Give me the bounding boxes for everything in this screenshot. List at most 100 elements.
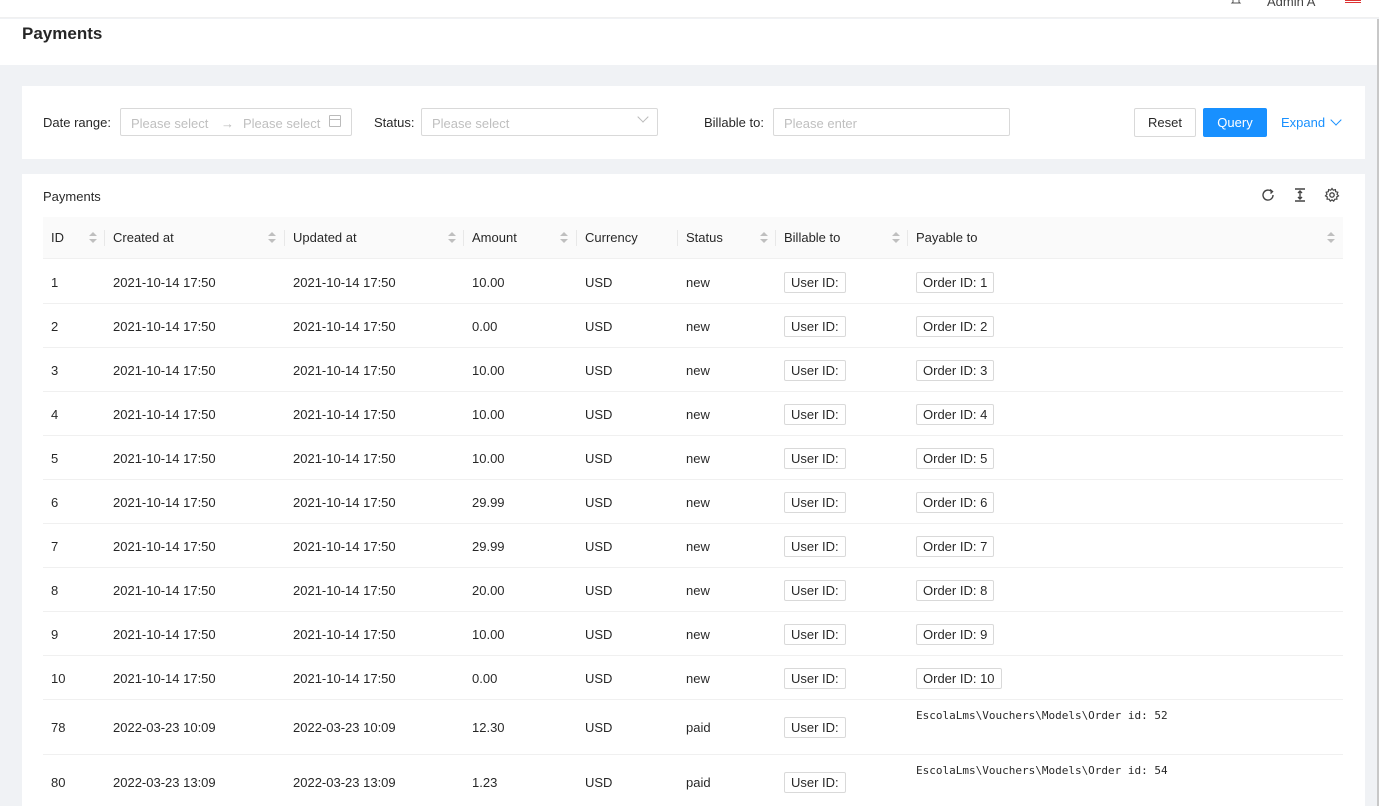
status-placeholder: Please select [432,116,510,131]
cell-status: new [686,495,710,510]
cell-amount: 1.23 [472,775,498,790]
cell-currency: USD [585,583,613,598]
status-label: Status: [374,115,415,130]
table-row: 80 2022-03-23 13:09 2022-03-23 13:09 1.23 US… [43,755,1343,806]
cell-status: new [686,275,710,290]
cell-updated-at: 2021-10-14 17:50 [293,363,396,378]
page-header: Payments [0,19,1379,65]
cell-updated-at: 2022-03-23 10:09 [293,720,396,735]
cell-amount: 20.00 [472,583,505,598]
cell-currency: USD [585,319,613,334]
table-header: ID Created at Updated at Amount Currency… [43,217,1343,259]
table-row: 6 2021-10-14 17:50 2021-10-14 17:50 29.99 US… [43,480,1343,524]
cell-id: 8 [51,583,59,598]
cell-id: 7 [51,539,59,554]
cell-created-at: 2021-10-14 17:50 [113,583,216,598]
billable-tag: User ID: [784,668,846,689]
cell-id: 1 [51,275,59,290]
payable-tag: Order ID: 4 [916,404,995,425]
column-header-billable[interactable]: Billable to [776,217,840,259]
cell-created-at: 2021-10-14 17:50 [113,495,216,510]
column-header-status[interactable]: Status [678,217,723,259]
cell-status: new [686,627,710,642]
payable-tag: Order ID: 8 [916,580,995,601]
cell-status: new [686,319,710,334]
cell-id: 9 [51,627,59,642]
billable-tag: User ID: [784,717,846,738]
density-icon[interactable] [1292,187,1308,203]
column-header-created[interactable]: Created at [105,217,174,259]
status-select[interactable]: Please select [421,108,658,136]
column-header-amount[interactable]: Amount [464,217,517,259]
cell-currency: USD [585,627,613,642]
cell-currency: USD [585,275,613,290]
cell-amount: 0.00 [472,319,498,334]
table-row: 9 2021-10-14 17:50 2021-10-14 17:50 10.00 US… [43,612,1343,656]
cell-currency: USD [585,775,613,790]
table-row: 2 2021-10-14 17:50 2021-10-14 17:50 0.00 USD… [43,304,1343,348]
sort-icon[interactable] [89,232,97,244]
column-header-updated[interactable]: Updated at [285,217,357,259]
cell-amount: 10.00 [472,275,505,290]
table-row: 3 2021-10-14 17:50 2021-10-14 17:50 10.00 US… [43,348,1343,392]
payable-tag: Order ID: 7 [916,536,995,557]
date-range-picker[interactable]: Please select → Please select [120,108,352,136]
reload-icon[interactable] [1260,187,1276,203]
top-bar: Admin A [0,0,1379,18]
bell-icon[interactable] [1230,0,1242,9]
cell-updated-at: 2021-10-14 17:50 [293,319,396,334]
reset-button[interactable]: Reset [1134,108,1196,137]
billable-tag: User ID: [784,316,846,337]
cell-created-at: 2022-03-23 13:09 [113,775,216,790]
cell-amount: 12.30 [472,720,505,735]
expand-toggle[interactable]: Expand [1281,114,1342,130]
sort-icon[interactable] [560,232,568,244]
cell-currency: USD [585,671,613,686]
cell-status: paid [686,720,711,735]
column-header-currency: Currency [585,230,638,245]
cell-id: 4 [51,407,59,422]
billable-tag: User ID: [784,624,846,645]
chevron-down-icon [1330,114,1342,126]
chevron-down-icon [637,111,649,123]
sort-icon[interactable] [448,232,456,244]
payable-tag: Order ID: 2 [916,316,995,337]
billable-tag: User ID: [784,448,846,469]
settings-icon[interactable] [1324,187,1340,203]
cell-status: new [686,671,710,686]
expand-label: Expand [1281,115,1326,130]
cell-amount: 10.00 [472,627,505,642]
cell-created-at: 2021-10-14 17:50 [113,407,216,422]
sort-icon[interactable] [1327,232,1335,244]
billable-label: Billable to: [704,115,764,130]
billable-input[interactable]: Please enter [773,108,1010,136]
date-start-input[interactable]: Please select [131,116,208,131]
cell-updated-at: 2021-10-14 17:50 [293,583,396,598]
cell-status: new [686,363,710,378]
cell-id: 78 [51,720,66,735]
query-button[interactable]: Query [1203,108,1267,137]
cell-currency: USD [585,363,613,378]
billable-placeholder: Please enter [784,116,857,131]
cell-id: 80 [51,775,66,790]
column-header-payable[interactable]: Payable to [908,217,977,259]
cell-created-at: 2021-10-14 17:50 [113,319,216,334]
user-name[interactable]: Admin A [1267,0,1315,9]
sort-icon[interactable] [892,232,900,244]
table-row: 78 2022-03-23 10:09 2022-03-23 10:09 12.30 U… [43,700,1343,755]
sort-icon[interactable] [268,232,276,244]
flag-icon[interactable] [1345,0,1361,4]
payable-text: EscolaLms\Vouchers\Models\Order id: 54 [916,764,1168,777]
cell-updated-at: 2021-10-14 17:50 [293,627,396,642]
payable-tag: Order ID: 9 [916,624,995,645]
sort-icon[interactable] [760,232,768,244]
cell-id: 3 [51,363,59,378]
date-end-input[interactable]: Please select [243,116,320,131]
filter-form: Date range: Please select → Please selec… [22,86,1365,159]
cell-amount: 0.00 [472,671,498,686]
cell-id: 5 [51,451,59,466]
cell-status: new [686,451,710,466]
cell-amount: 10.00 [472,363,505,378]
calendar-icon [329,115,341,127]
column-header-id[interactable]: ID [43,217,64,259]
